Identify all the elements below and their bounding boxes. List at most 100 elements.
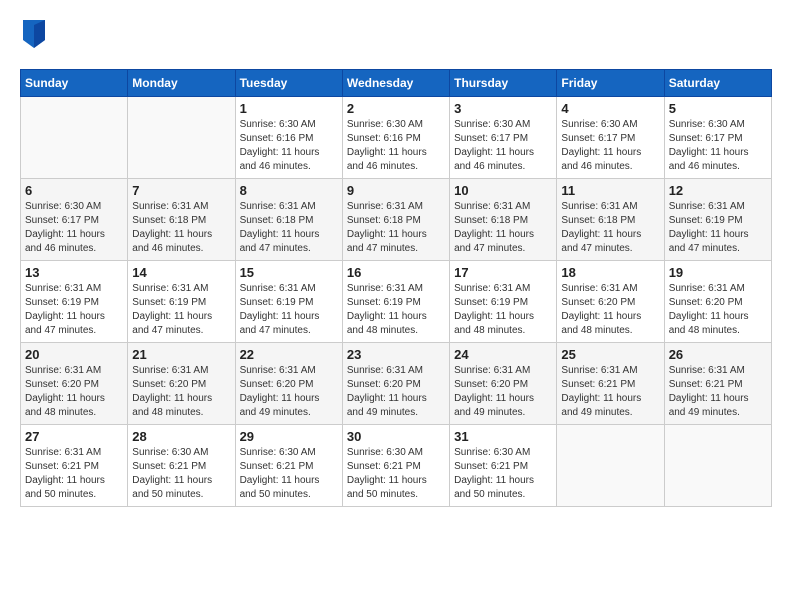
day-info: Sunrise: 6:31 AM Sunset: 6:18 PM Dayligh… — [132, 200, 230, 256]
day-number: 12 — [669, 183, 767, 198]
calendar-cell: 8 Sunrise: 6:31 AM Sunset: 6:18 PM Daylig… — [235, 179, 342, 261]
calendar-cell: 26 Sunrise: 6:31 AM Sunset: 6:21 PM Dayli… — [664, 343, 771, 425]
day-number: 18 — [561, 265, 659, 280]
day-info: Sunrise: 6:30 AM Sunset: 6:16 PM Dayligh… — [347, 118, 445, 174]
day-number: 3 — [454, 101, 552, 116]
calendar-cell: 4 Sunrise: 6:30 AM Sunset: 6:17 PM Daylig… — [557, 97, 664, 179]
day-info: Sunrise: 6:31 AM Sunset: 6:20 PM Dayligh… — [347, 364, 445, 420]
calendar-cell: 1 Sunrise: 6:30 AM Sunset: 6:16 PM Daylig… — [235, 97, 342, 179]
day-info: Sunrise: 6:31 AM Sunset: 6:18 PM Dayligh… — [454, 200, 552, 256]
day-number: 8 — [240, 183, 338, 198]
logo-icon — [23, 20, 45, 48]
calendar-cell — [128, 97, 235, 179]
calendar-body: 1 Sunrise: 6:30 AM Sunset: 6:16 PM Daylig… — [21, 97, 772, 507]
day-number: 26 — [669, 347, 767, 362]
day-info: Sunrise: 6:31 AM Sunset: 6:20 PM Dayligh… — [240, 364, 338, 420]
day-number: 25 — [561, 347, 659, 362]
day-number: 16 — [347, 265, 445, 280]
day-number: 11 — [561, 183, 659, 198]
day-number: 4 — [561, 101, 659, 116]
day-info: Sunrise: 6:30 AM Sunset: 6:21 PM Dayligh… — [347, 446, 445, 502]
day-info: Sunrise: 6:30 AM Sunset: 6:17 PM Dayligh… — [25, 200, 123, 256]
weekday-wednesday: Wednesday — [342, 70, 449, 97]
day-number: 9 — [347, 183, 445, 198]
day-info: Sunrise: 6:31 AM Sunset: 6:19 PM Dayligh… — [25, 282, 123, 338]
weekday-friday: Friday — [557, 70, 664, 97]
weekday-monday: Monday — [128, 70, 235, 97]
weekday-header-row: SundayMondayTuesdayWednesdayThursdayFrid… — [21, 70, 772, 97]
day-info: Sunrise: 6:30 AM Sunset: 6:21 PM Dayligh… — [132, 446, 230, 502]
calendar-header: SundayMondayTuesdayWednesdayThursdayFrid… — [21, 70, 772, 97]
day-number: 7 — [132, 183, 230, 198]
calendar-cell: 2 Sunrise: 6:30 AM Sunset: 6:16 PM Daylig… — [342, 97, 449, 179]
calendar-cell: 3 Sunrise: 6:30 AM Sunset: 6:17 PM Daylig… — [450, 97, 557, 179]
day-number: 27 — [25, 429, 123, 444]
calendar-week-5: 27Sunrise: 6:31 AM Sunset: 6:21 PM Dayli… — [21, 425, 772, 507]
day-info: Sunrise: 6:31 AM Sunset: 6:18 PM Dayligh… — [347, 200, 445, 256]
day-number: 29 — [240, 429, 338, 444]
day-info: Sunrise: 6:31 AM Sunset: 6:18 PM Dayligh… — [240, 200, 338, 256]
calendar-cell: 6 Sunrise: 6:30 AM Sunset: 6:17 PM Daylig… — [21, 179, 128, 261]
calendar-week-1: 1 Sunrise: 6:30 AM Sunset: 6:16 PM Daylig… — [21, 97, 772, 179]
day-number: 22 — [240, 347, 338, 362]
day-info: Sunrise: 6:31 AM Sunset: 6:19 PM Dayligh… — [454, 282, 552, 338]
day-info: Sunrise: 6:31 AM Sunset: 6:18 PM Dayligh… — [561, 200, 659, 256]
day-number: 6 — [25, 183, 123, 198]
day-number: 1 — [240, 101, 338, 116]
day-info: Sunrise: 6:31 AM Sunset: 6:20 PM Dayligh… — [25, 364, 123, 420]
calendar-cell: 15Sunrise: 6:31 AM Sunset: 6:19 PM Dayli… — [235, 261, 342, 343]
day-info: Sunrise: 6:30 AM Sunset: 6:16 PM Dayligh… — [240, 118, 338, 174]
calendar-cell: 27Sunrise: 6:31 AM Sunset: 6:21 PM Dayli… — [21, 425, 128, 507]
calendar-cell: 29 Sunrise: 6:30 AM Sunset: 6:21 PM Dayli… — [235, 425, 342, 507]
day-number: 31 — [454, 429, 552, 444]
calendar-cell: 18Sunrise: 6:31 AM Sunset: 6:20 PM Dayli… — [557, 261, 664, 343]
calendar-cell — [557, 425, 664, 507]
day-info: Sunrise: 6:31 AM Sunset: 6:19 PM Dayligh… — [132, 282, 230, 338]
calendar-cell: 5 Sunrise: 6:30 AM Sunset: 6:17 PM Daylig… — [664, 97, 771, 179]
day-info: Sunrise: 6:30 AM Sunset: 6:17 PM Dayligh… — [561, 118, 659, 174]
day-number: 23 — [347, 347, 445, 362]
day-number: 24 — [454, 347, 552, 362]
page-header — [20, 20, 772, 53]
day-number: 10 — [454, 183, 552, 198]
day-info: Sunrise: 6:31 AM Sunset: 6:21 PM Dayligh… — [669, 364, 767, 420]
calendar-cell: 12 Sunrise: 6:31 AM Sunset: 6:19 PM Dayli… — [664, 179, 771, 261]
day-number: 19 — [669, 265, 767, 280]
day-number: 2 — [347, 101, 445, 116]
calendar-cell: 14 Sunrise: 6:31 AM Sunset: 6:19 PM Dayli… — [128, 261, 235, 343]
day-number: 21 — [132, 347, 230, 362]
calendar-cell: 11 Sunrise: 6:31 AM Sunset: 6:18 PM Dayli… — [557, 179, 664, 261]
day-info: Sunrise: 6:30 AM Sunset: 6:17 PM Dayligh… — [454, 118, 552, 174]
day-info: Sunrise: 6:31 AM Sunset: 6:20 PM Dayligh… — [132, 364, 230, 420]
calendar-cell: 9 Sunrise: 6:31 AM Sunset: 6:18 PM Daylig… — [342, 179, 449, 261]
day-info: Sunrise: 6:31 AM Sunset: 6:20 PM Dayligh… — [669, 282, 767, 338]
calendar-cell: 25 Sunrise: 6:31 AM Sunset: 6:21 PM Dayli… — [557, 343, 664, 425]
day-info: Sunrise: 6:30 AM Sunset: 6:21 PM Dayligh… — [454, 446, 552, 502]
calendar-cell: 30 Sunrise: 6:30 AM Sunset: 6:21 PM Dayli… — [342, 425, 449, 507]
day-info: Sunrise: 6:31 AM Sunset: 6:20 PM Dayligh… — [454, 364, 552, 420]
calendar-cell: 13 Sunrise: 6:31 AM Sunset: 6:19 PM Dayli… — [21, 261, 128, 343]
weekday-sunday: Sunday — [21, 70, 128, 97]
calendar-week-2: 6 Sunrise: 6:30 AM Sunset: 6:17 PM Daylig… — [21, 179, 772, 261]
calendar-cell: 22 Sunrise: 6:31 AM Sunset: 6:20 PM Dayli… — [235, 343, 342, 425]
day-number: 5 — [669, 101, 767, 116]
calendar-cell: 28Sunrise: 6:30 AM Sunset: 6:21 PM Dayli… — [128, 425, 235, 507]
day-number: 13 — [25, 265, 123, 280]
calendar-cell — [664, 425, 771, 507]
day-info: Sunrise: 6:30 AM Sunset: 6:21 PM Dayligh… — [240, 446, 338, 502]
day-info: Sunrise: 6:31 AM Sunset: 6:21 PM Dayligh… — [561, 364, 659, 420]
weekday-tuesday: Tuesday — [235, 70, 342, 97]
day-number: 14 — [132, 265, 230, 280]
day-number: 30 — [347, 429, 445, 444]
weekday-thursday: Thursday — [450, 70, 557, 97]
logo — [20, 20, 45, 53]
calendar-cell: 31 Sunrise: 6:30 AM Sunset: 6:21 PM Dayli… — [450, 425, 557, 507]
calendar-week-4: 20Sunrise: 6:31 AM Sunset: 6:20 PM Dayli… — [21, 343, 772, 425]
weekday-saturday: Saturday — [664, 70, 771, 97]
day-info: Sunrise: 6:30 AM Sunset: 6:17 PM Dayligh… — [669, 118, 767, 174]
day-info: Sunrise: 6:31 AM Sunset: 6:19 PM Dayligh… — [669, 200, 767, 256]
calendar-cell: 16 Sunrise: 6:31 AM Sunset: 6:19 PM Dayli… — [342, 261, 449, 343]
calendar-cell: 10 Sunrise: 6:31 AM Sunset: 6:18 PM Dayli… — [450, 179, 557, 261]
calendar-cell — [21, 97, 128, 179]
day-info: Sunrise: 6:31 AM Sunset: 6:19 PM Dayligh… — [347, 282, 445, 338]
